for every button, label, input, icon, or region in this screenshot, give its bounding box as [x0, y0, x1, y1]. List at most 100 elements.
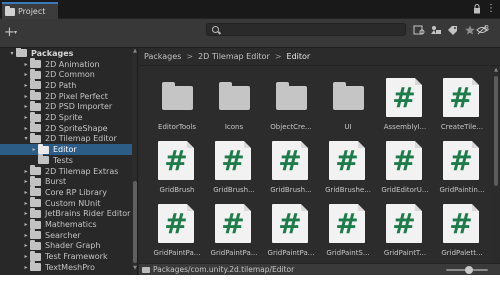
collapsed-arrow-icon[interactable]: ▸: [22, 61, 30, 68]
search-by-label-icon[interactable]: [447, 25, 459, 35]
tree-item-jetbrains-rider-editor[interactable]: ▸ JetBrains Rider Editor: [0, 207, 132, 220]
folder-asset[interactable]: EditorTools: [152, 72, 202, 136]
collapsed-arrow-icon[interactable]: ▸: [22, 178, 30, 185]
tree-item-2d-pixel-perfect[interactable]: ▸ 2D Pixel Perfect: [0, 90, 132, 102]
script-asset[interactable]: # GridPaintPa...: [209, 198, 259, 262]
breadcrumb-2d-tilemap-editor[interactable]: 2D Tilemap Editor: [198, 52, 270, 61]
script-hash-glyph: #: [164, 143, 188, 177]
favorite-star-icon[interactable]: [464, 25, 476, 35]
tree-item-label: Searcher: [45, 230, 81, 240]
chevron-down-icon[interactable]: ▾: [14, 29, 17, 36]
tree-item-label: Mathematics: [45, 220, 97, 230]
tree-item-2d-spriteshape[interactable]: ▸ 2D SpriteShape: [0, 122, 132, 134]
search-by-type-icon[interactable]: [413, 25, 425, 35]
tree-item-packages[interactable]: ▾ Packages: [0, 48, 132, 59]
scroll-up-arrow-icon[interactable]: ▲: [492, 67, 500, 73]
folder-icon: [219, 82, 250, 110]
script-asset[interactable]: # CreateTile...: [437, 72, 487, 136]
collapsed-arrow-icon[interactable]: ▸: [22, 114, 30, 121]
scroll-down-arrow-icon[interactable]: ▼: [132, 265, 137, 271]
tree-item-2d-tilemap-editor[interactable]: ▾ 2D Tilemap Editor: [0, 132, 132, 145]
collapsed-arrow-icon[interactable]: ▸: [22, 242, 30, 249]
breadcrumb-editor[interactable]: Editor: [287, 52, 311, 61]
collapsed-arrow-icon[interactable]: ▸: [22, 82, 30, 89]
script-asset[interactable]: # GridPaintPa...: [152, 198, 202, 262]
expanded-arrow-icon[interactable]: ▾: [22, 135, 30, 142]
zoom-slider[interactable]: [446, 266, 488, 274]
tree-item-2d-path[interactable]: ▸ 2D Path: [0, 79, 132, 91]
tree-item-burst[interactable]: ▸ Burst: [0, 175, 132, 187]
expanded-arrow-icon[interactable]: ▾: [8, 50, 16, 57]
tree-item-label: Custom NUnit: [45, 198, 101, 208]
script-hash-glyph: #: [221, 143, 245, 177]
folder-tree-scrollbar[interactable]: ▲ ▼: [132, 48, 137, 275]
tree-item-searcher[interactable]: ▸ Searcher: [0, 229, 132, 241]
script-asset[interactable]: # GridBrush...: [266, 135, 316, 199]
script-asset[interactable]: # GridPaintT...: [380, 198, 430, 262]
script-asset[interactable]: # GridPaintin...: [437, 135, 487, 199]
collapsed-arrow-icon[interactable]: ▸: [22, 253, 30, 260]
folder-asset[interactable]: ObjectCre...: [266, 72, 316, 136]
tree-item-test-framework[interactable]: ▸ Test Framework: [0, 250, 132, 262]
collapsed-arrow-icon[interactable]: ▸: [22, 93, 30, 100]
script-asset[interactable]: # GridPalett...: [437, 198, 487, 262]
window-menu-icon[interactable]: ⋮: [486, 3, 496, 15]
script-asset[interactable]: # GridEditorU...: [380, 135, 430, 199]
folder-icon: [162, 82, 193, 110]
tree-item-2d-animation[interactable]: ▸ 2D Animation: [0, 58, 132, 70]
collapsed-arrow-icon[interactable]: ▸: [30, 146, 38, 153]
asset-label: GridPaintin...: [439, 186, 485, 194]
tree-item-2d-psd-importer[interactable]: ▸ 2D PSD Importer: [0, 100, 132, 113]
tree-item-label: Editor: [53, 145, 77, 155]
script-asset[interactable]: # GridPaintPa...: [266, 198, 316, 262]
tree-item-label: TextMeshPro: [45, 262, 95, 272]
csharp-script-icon: #: [443, 78, 479, 117]
script-asset[interactable]: # AssemblyI...: [380, 72, 430, 136]
tree-item-mathematics[interactable]: ▸ Mathematics: [0, 218, 132, 230]
breadcrumb-packages[interactable]: Packages: [144, 52, 181, 61]
tab-project[interactable]: Project: [2, 2, 58, 19]
tree-item-custom-nunit[interactable]: ▸ Custom NUnit: [0, 197, 132, 209]
collapsed-arrow-icon[interactable]: ▸: [22, 264, 30, 271]
asset-label: GridPalett...: [441, 249, 483, 257]
tree-item-editor[interactable]: ▸ Editor: [0, 143, 132, 155]
tree-item-shader-graph[interactable]: ▸ Shader Graph: [0, 239, 132, 252]
folder-icon: [142, 266, 150, 273]
csharp-script-icon: #: [272, 141, 308, 180]
zoom-slider-thumb[interactable]: [465, 266, 474, 274]
script-hash-glyph: #: [278, 143, 302, 177]
tree-item-core-rp-library[interactable]: ▸ Core RP Library: [0, 186, 132, 198]
script-hash-glyph: #: [449, 143, 473, 177]
status-bar: Packages/com.unity.2d.tilemap/Editor: [139, 263, 500, 275]
tree-item-textmeshpro[interactable]: ▸ TextMeshPro: [0, 261, 132, 273]
script-asset[interactable]: # GridBrush...: [209, 135, 259, 199]
tree-item-label: 2D Animation: [45, 59, 100, 69]
folder-asset[interactable]: Icons: [209, 72, 259, 136]
collapsed-arrow-icon[interactable]: ▸: [22, 210, 30, 217]
collapsed-arrow-icon[interactable]: ▸: [22, 189, 30, 196]
lock-icon[interactable]: [473, 4, 481, 14]
asset-label: ObjectCre...: [270, 123, 312, 131]
collapsed-arrow-icon[interactable]: ▸: [22, 200, 30, 207]
tree-item-2d-tilemap-extras[interactable]: ▸ 2D Tilemap Extras: [0, 165, 132, 177]
collapsed-arrow-icon[interactable]: ▸: [22, 125, 30, 132]
collapsed-arrow-icon[interactable]: ▸: [22, 168, 30, 175]
folder-asset[interactable]: UI: [323, 72, 373, 136]
collapsed-arrow-icon[interactable]: ▸: [22, 221, 30, 228]
collapsed-arrow-icon[interactable]: ▸: [22, 71, 30, 78]
collapsed-arrow-icon[interactable]: ▸: [22, 232, 30, 239]
script-asset[interactable]: # GridPaintS...: [323, 198, 373, 262]
tree-item-2d-sprite[interactable]: ▸ 2D Sprite: [0, 111, 132, 123]
script-hash-glyph: #: [335, 206, 359, 240]
asset-grid-scroll-thumb[interactable]: [494, 76, 498, 186]
search-by-type-filter-icon[interactable]: [430, 25, 442, 35]
collapsed-arrow-icon[interactable]: ▸: [22, 103, 30, 110]
script-asset[interactable]: # GridBrush: [152, 135, 202, 199]
script-asset[interactable]: # GridBrushe...: [323, 135, 373, 199]
tree-item-tests[interactable]: Tests: [0, 154, 132, 166]
search-input[interactable]: [206, 23, 406, 36]
scroll-up-arrow-icon[interactable]: ▲: [132, 48, 137, 54]
folder-tree-scroll-thumb[interactable]: [133, 181, 137, 263]
asset-grid-scrollbar[interactable]: ▲: [492, 66, 500, 263]
tree-item-2d-common[interactable]: ▸ 2D Common: [0, 68, 132, 80]
